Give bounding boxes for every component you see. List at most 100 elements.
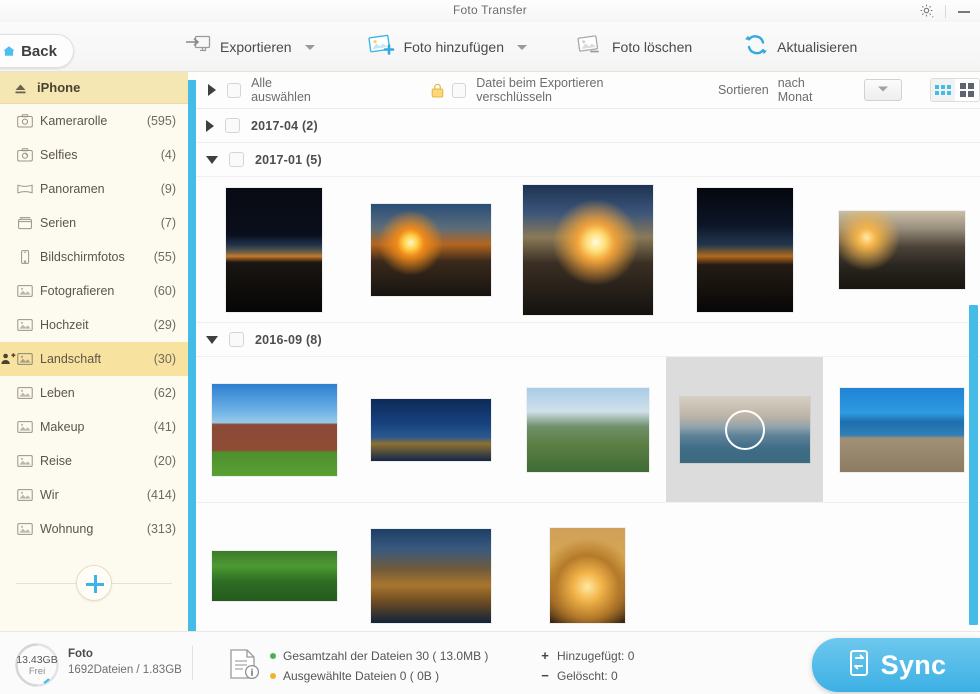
group-checkbox[interactable] <box>225 118 240 133</box>
sidebar-item-reise[interactable]: Reise (20) <box>0 444 188 478</box>
photo-thumbnail[interactable] <box>212 551 337 601</box>
delete-photo-button[interactable]: Foto löschen <box>575 22 692 72</box>
sort-value[interactable]: nach Monat <box>778 76 839 104</box>
export-button[interactable]: Exportieren <box>185 22 315 72</box>
photo-cell[interactable] <box>196 503 353 631</box>
album-name: Hochzeit <box>40 318 154 332</box>
sidebar-item-fotografieren[interactable]: Fotografieren (60) <box>0 274 188 308</box>
photo-cell[interactable] <box>353 357 510 502</box>
group-expand-triangle-icon[interactable] <box>206 120 214 132</box>
photo-thumbnail[interactable] <box>371 204 491 296</box>
photo-thumbnail[interactable] <box>550 528 625 623</box>
photo-cell[interactable] <box>196 357 353 502</box>
view-large-grid-button[interactable] <box>955 79 979 101</box>
photo-thumbnail[interactable] <box>523 185 653 315</box>
back-button[interactable]: Back <box>0 34 74 68</box>
lock-icon <box>431 83 444 98</box>
select-all-checkbox[interactable] <box>227 83 241 98</box>
storage-category-detail: 1692Dateien / 1.83GB <box>68 662 182 678</box>
sidebar-item-serien[interactable]: Serien (7) <box>0 206 188 240</box>
album-name: Makeup <box>40 420 154 434</box>
device-header[interactable]: iPhone <box>0 72 188 104</box>
camera-icon <box>17 114 33 128</box>
delete-photo-icon <box>575 33 603 62</box>
photo-thumbnail[interactable] <box>839 211 965 289</box>
photo-cell[interactable] <box>196 177 353 322</box>
sidebar-item-hochzeit[interactable]: Hochzeit (29) <box>0 308 188 342</box>
chevron-down-icon[interactable] <box>305 45 315 50</box>
sidebar-item-kamerarolle[interactable]: Kamerarolle (595) <box>0 104 188 138</box>
photo-thumbnail[interactable] <box>371 529 491 623</box>
minus-icon: − <box>540 666 550 686</box>
group-header-2017-04[interactable]: 2017-04 (2) <box>196 109 980 143</box>
group-collapse-triangle-icon[interactable] <box>206 156 218 164</box>
expand-all-triangle-icon[interactable] <box>208 84 216 96</box>
sidebar-item-bildschirmfotos[interactable]: Bildschirmfotos (55) <box>0 240 188 274</box>
file-stats: Gesamtzahl der Dateien 30 ( 13.0MB ) Aus… <box>270 646 488 686</box>
group-title: 2016-09 (8) <box>255 333 322 347</box>
photo-preview-circle[interactable] <box>725 410 765 450</box>
photo-thumbnail[interactable] <box>212 384 337 476</box>
photo-thumbnail[interactable] <box>527 388 649 472</box>
gear-icon[interactable] <box>919 3 935 19</box>
sort-dropdown[interactable] <box>864 79 901 101</box>
sidebar-item-leben[interactable]: Leben (62) <box>0 376 188 410</box>
album-name: Landschaft <box>40 352 154 366</box>
chevron-down-icon[interactable] <box>517 45 527 50</box>
add-album-button[interactable] <box>76 565 112 601</box>
panorama-icon <box>17 182 33 196</box>
sidebar-item-wohnung[interactable]: Wohnung (313) <box>0 512 188 546</box>
photo-cell[interactable] <box>353 177 510 322</box>
photo-cell[interactable] <box>510 177 667 322</box>
photo-cell[interactable] <box>666 357 823 502</box>
encrypt-export-checkbox[interactable] <box>452 83 466 98</box>
change-stats: + Hinzugefügt: 0 − Gelöscht: 0 <box>540 646 634 686</box>
album-count: (60) <box>154 284 176 298</box>
group-collapse-triangle-icon[interactable] <box>206 336 218 344</box>
sidebar-item-landschaft[interactable]: Landschaft (30) <box>0 342 188 376</box>
album-icon <box>17 522 33 536</box>
album-name: Fotografieren <box>40 284 154 298</box>
album-icon <box>17 352 33 366</box>
window-buttons <box>919 0 972 22</box>
group-header-2017-01[interactable]: 2017-01 (5) <box>196 143 980 177</box>
deleted-files-label: Gelöscht: 0 <box>557 666 618 686</box>
photo-cell[interactable] <box>823 177 980 322</box>
photo-cell <box>823 503 980 631</box>
sync-button[interactable]: Sync <box>812 638 980 692</box>
album-count: (313) <box>147 522 176 536</box>
eject-icon[interactable] <box>14 82 27 94</box>
photo-thumbnail[interactable] <box>226 188 322 312</box>
album-icon <box>17 318 33 332</box>
sidebar-item-panoramen[interactable]: Panoramen (9) <box>0 172 188 206</box>
sidebar-item-selfies[interactable]: Selfies (4) <box>0 138 188 172</box>
group-checkbox[interactable] <box>229 152 244 167</box>
sidebar-item-wir[interactable]: Wir (414) <box>0 478 188 512</box>
album-count: (414) <box>147 488 176 502</box>
photo-cell[interactable] <box>353 503 510 631</box>
photo-thumbnail[interactable] <box>840 388 964 472</box>
back-button-label: Back <box>21 43 57 60</box>
album-name: Wir <box>40 488 147 502</box>
photo-thumbnail[interactable] <box>697 188 793 312</box>
photo-cell[interactable] <box>823 357 980 502</box>
add-photo-button[interactable]: Foto hinzufügen <box>367 22 527 72</box>
refresh-button[interactable]: Aktualisieren <box>744 22 857 72</box>
photo-cell[interactable] <box>510 503 667 631</box>
photo-thumbnail[interactable] <box>371 399 491 461</box>
photo-transfer-window: Foto Transfer Ba <box>0 0 980 694</box>
photo-cell[interactable] <box>666 177 823 322</box>
vertical-scrollbar[interactable] <box>969 305 978 625</box>
photo-cell[interactable] <box>510 357 667 502</box>
titlebar-divider <box>945 5 946 18</box>
content-control-bar: Alle auswählen Datei beim Exportieren ve… <box>196 72 980 109</box>
album-icon <box>17 284 33 298</box>
group-header-2016-09[interactable]: 2016-09 (8) <box>196 323 980 357</box>
album-count: (30) <box>154 352 176 366</box>
group-checkbox[interactable] <box>229 332 244 347</box>
sidebar-item-makeup[interactable]: Makeup (41) <box>0 410 188 444</box>
view-small-grid-button[interactable] <box>931 79 955 101</box>
free-space-amount: 13.43GB <box>16 654 57 666</box>
storage-ring-text: 13.43GB Frei <box>14 642 60 688</box>
minimize-icon[interactable] <box>956 3 972 19</box>
